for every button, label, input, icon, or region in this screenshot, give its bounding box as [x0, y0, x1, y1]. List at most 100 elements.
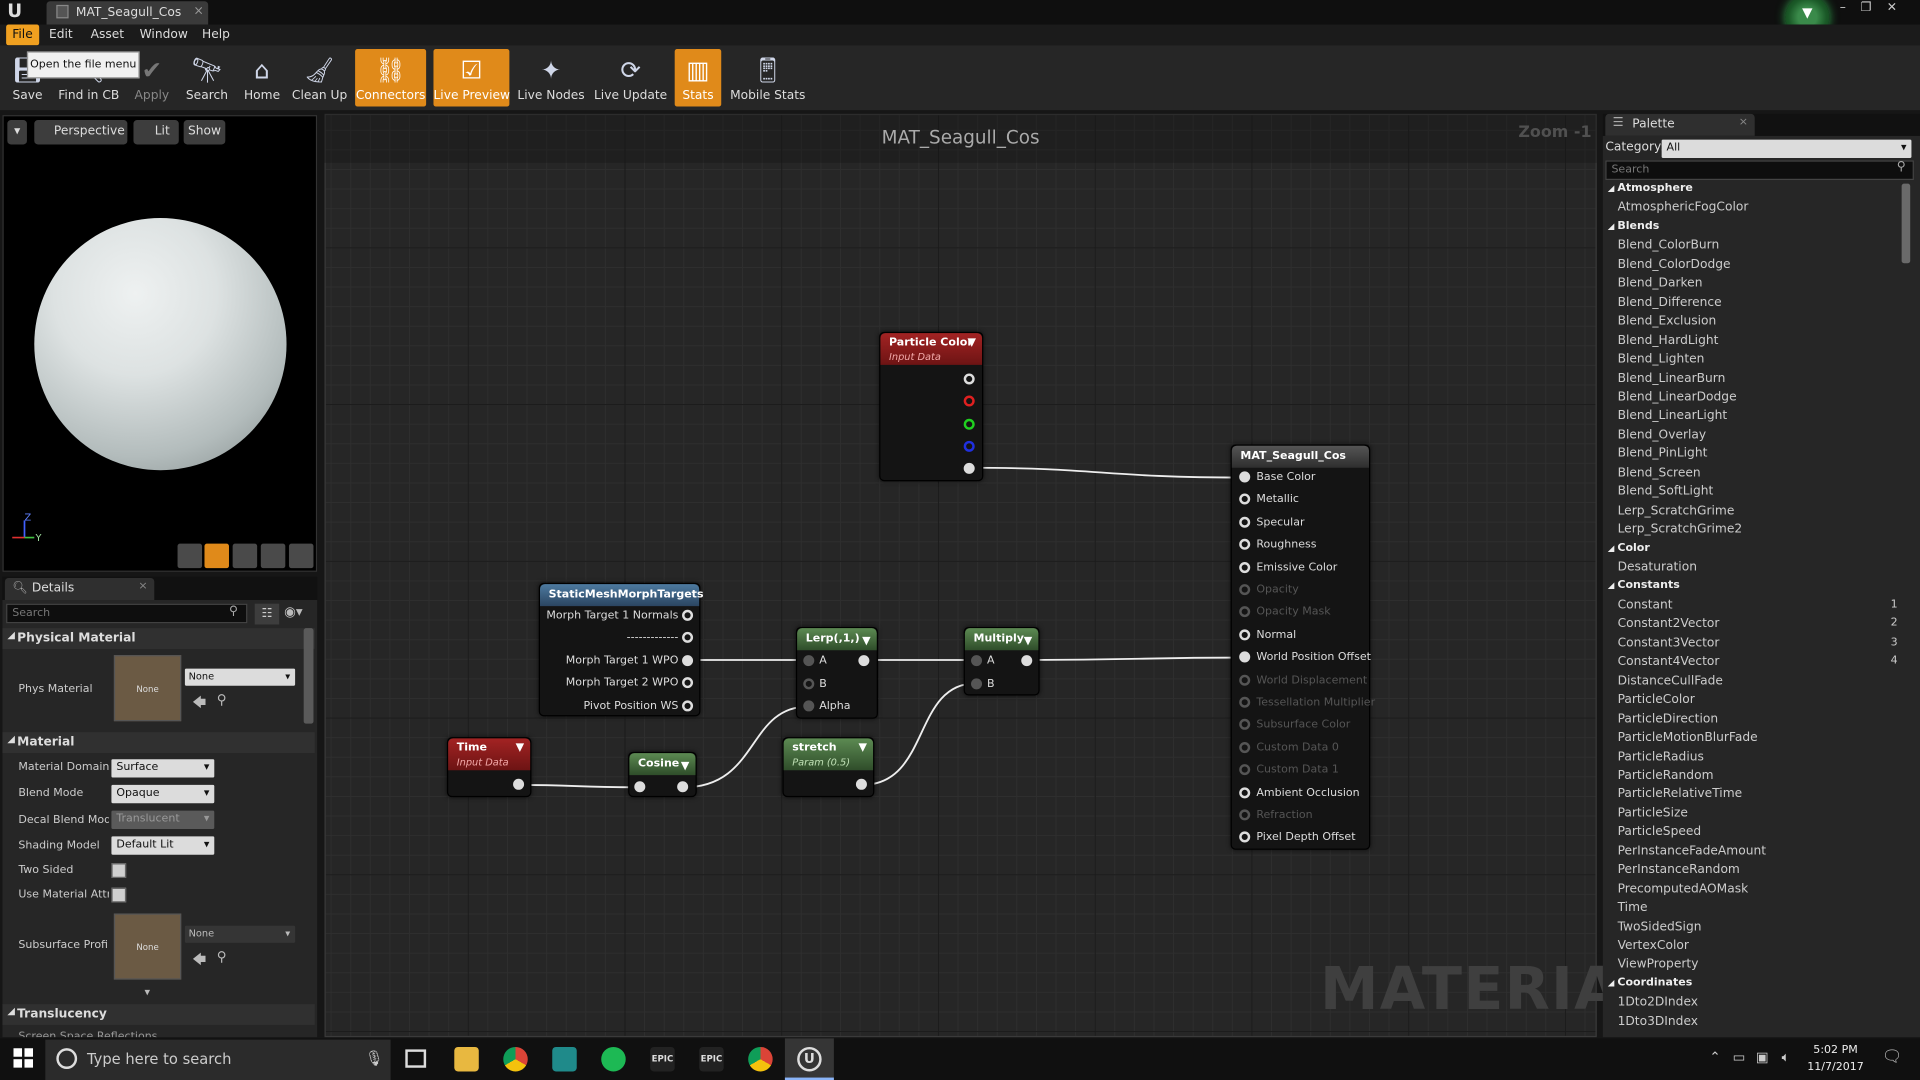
sphere-preview-icon[interactable] [204, 543, 229, 569]
output-pin-r[interactable] [963, 395, 975, 407]
palette-item[interactable]: ParticleColor [1618, 691, 1695, 709]
result-input-pin[interactable] [1239, 471, 1251, 483]
action-center-icon[interactable]: 🗨︎ [1882, 1048, 1902, 1066]
palette-item[interactable]: ParticleRadius [1618, 748, 1704, 766]
output-pin-a[interactable] [963, 462, 975, 474]
physical-material-section[interactable]: Physical Material [2, 628, 315, 649]
close-tab-icon[interactable]: × [193, 1, 203, 23]
palette-item[interactable]: Blend_LinearBurn [1618, 369, 1726, 387]
menu-help[interactable]: Help [196, 24, 236, 45]
menu-window[interactable]: Window [133, 24, 194, 45]
palette-item[interactable]: Blend_Screen [1618, 464, 1701, 482]
result-input-pin[interactable] [1239, 629, 1251, 641]
collapse-arrow-icon[interactable]: ▼ [967, 336, 975, 351]
lit-button[interactable]: Lit [133, 120, 179, 145]
multiply-output-pin[interactable] [1021, 655, 1033, 667]
close-palette-icon[interactable]: × [1739, 116, 1748, 128]
palette-item[interactable]: Constant2Vector [1618, 615, 1720, 633]
show-button[interactable]: Show [183, 120, 226, 145]
close-details-icon[interactable]: × [138, 580, 147, 592]
close-window-button[interactable]: ✕ [1881, 0, 1903, 17]
search-button[interactable]: 🔭︎ Search [181, 49, 232, 107]
palette-item[interactable]: ViewProperty [1618, 956, 1699, 974]
document-tab[interactable]: MAT_Seagull_Cos [46, 1, 209, 25]
palette-item[interactable]: Blend_ColorBurn [1618, 237, 1720, 255]
palette-search-input[interactable]: Search [1605, 160, 1914, 181]
shading-model-dropdown[interactable]: Default Lit [111, 836, 215, 855]
material-graph-canvas[interactable] [324, 113, 1597, 1038]
decal-blend-mode-dropdown[interactable]: Translucent [111, 810, 215, 829]
palette-item[interactable]: Blend_LinearDodge [1618, 388, 1737, 406]
collapse-arrow-icon[interactable]: ▼ [681, 756, 689, 778]
spotify-icon[interactable] [601, 1046, 626, 1072]
subsurface-profile-dropdown[interactable]: None [184, 925, 296, 943]
palette-category[interactable]: ◢ Blends [1608, 218, 1660, 236]
collapse-arrow-icon[interactable]: ▼ [862, 631, 870, 653]
cosine-output-pin[interactable] [677, 781, 689, 793]
palette-tab[interactable]: Palette [1605, 113, 1755, 136]
palette-item[interactable]: DistanceCullFade [1618, 672, 1723, 690]
chrome-icon[interactable] [748, 1046, 773, 1072]
volume-icon[interactable]: 🔈︎ [1782, 1049, 1790, 1066]
clean-up-button[interactable]: 🧹︎ Clean Up [291, 49, 347, 107]
palette-item[interactable]: 1Dto2DIndex [1618, 993, 1698, 1011]
palette-item[interactable]: Constant4Vector [1618, 653, 1720, 671]
palette-item[interactable]: Blend_Lighten [1618, 350, 1705, 368]
palette-item[interactable]: Blend_ColorDodge [1618, 256, 1731, 274]
palette-item[interactable]: 1Dto3DIndex [1618, 1012, 1698, 1030]
palette-category[interactable]: ◢ Constants [1608, 577, 1680, 595]
network-icon[interactable]: ▣ [1756, 1049, 1769, 1065]
multiply-input-pin-b[interactable] [971, 678, 983, 690]
menu-asset[interactable]: Asset [84, 24, 130, 45]
grid-view-icon[interactable]: ☷ [254, 603, 280, 625]
use-selected-arrow-icon[interactable]: 🡄 [192, 692, 206, 715]
browse-icon[interactable]: ⚲ [217, 949, 227, 965]
result-input-pin[interactable] [1239, 561, 1251, 573]
browse-icon[interactable]: ⚲ [217, 692, 227, 708]
subsurface-profile-thumbnail[interactable]: None [113, 913, 182, 980]
result-input-pin[interactable] [1239, 696, 1251, 708]
time-output-pin[interactable] [513, 778, 525, 790]
multiply-input-pin-a[interactable] [971, 655, 983, 667]
tray-chevron-icon[interactable]: ⌃ [1709, 1049, 1720, 1065]
phys-material-thumbnail[interactable]: None [113, 655, 182, 722]
perspective-button[interactable]: Perspective [34, 120, 128, 145]
output-pin-rgb[interactable] [963, 373, 975, 385]
cosine-input-pin[interactable] [634, 781, 646, 793]
palette-item[interactable]: Blend_Exclusion [1618, 312, 1717, 330]
material-section[interactable]: Material [2, 732, 315, 754]
output-pin-b[interactable] [963, 440, 975, 452]
taskbar-search-input[interactable]: Type here to search [45, 1039, 391, 1080]
unreal-logo-icon[interactable]: U [5, 1, 25, 21]
mobile-stats-button[interactable]: 📱︎ Mobile Stats [730, 49, 806, 107]
phys-material-dropdown[interactable]: None [184, 668, 296, 686]
use-material-attributes-checkbox[interactable] [111, 887, 127, 903]
result-input-pin[interactable] [1239, 741, 1251, 753]
palette-item[interactable]: Lerp_ScratchGrime2 [1618, 521, 1743, 539]
microphone-icon[interactable]: 🎙︎ [365, 1049, 384, 1066]
lerp-input-pin-b[interactable] [803, 678, 815, 690]
plane-preview-icon[interactable] [232, 543, 258, 569]
stats-button[interactable]: ▥ Stats [674, 48, 722, 107]
particle-color-node[interactable]: Particle Color Input Data ▼ [879, 331, 984, 482]
two-sided-checkbox[interactable] [111, 863, 127, 878]
details-scrollbar[interactable] [303, 628, 314, 724]
eye-visibility-icon[interactable]: ◉▾ [284, 604, 303, 620]
epic-games-icon[interactable]: EPIC [699, 1046, 724, 1072]
connectors-button[interactable]: ⛓︎ Connectors [355, 48, 427, 107]
palette-item[interactable]: Blend_SoftLight [1618, 483, 1714, 501]
result-input-pin[interactable] [1239, 516, 1251, 528]
details-search-input[interactable]: Search [6, 603, 248, 624]
task-view-icon[interactable] [405, 1049, 427, 1068]
palette-item[interactable]: Constant3Vector [1618, 634, 1720, 652]
restore-button[interactable]: ❐ [1855, 0, 1877, 17]
palette-scrollbar[interactable] [1901, 183, 1911, 264]
palette-item[interactable]: ParticleDirection [1618, 710, 1719, 728]
palette-category[interactable]: ◢ Atmosphere [1608, 180, 1693, 198]
epic-games-icon[interactable]: EPIC [650, 1046, 675, 1072]
windows-start-icon[interactable] [13, 1048, 34, 1068]
palette-item[interactable]: AtmosphericFogColor [1618, 199, 1749, 217]
palette-item[interactable]: Blend_HardLight [1618, 331, 1719, 349]
app-icon[interactable] [552, 1046, 577, 1072]
tray-device-icon[interactable]: ▭ [1733, 1049, 1746, 1065]
